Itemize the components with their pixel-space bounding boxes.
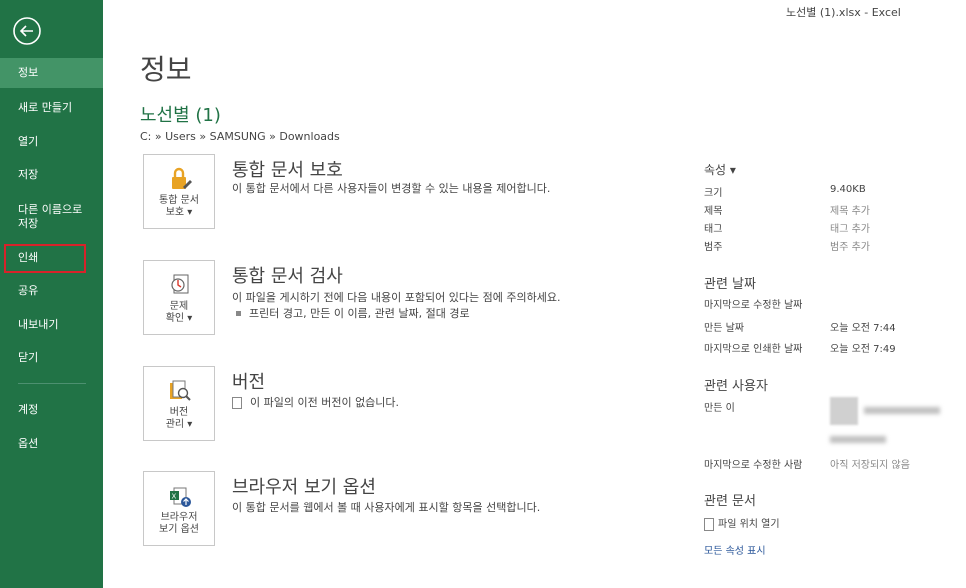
related-people-heading: 관련 사용자 — [704, 379, 768, 394]
browser-view-options-button[interactable]: X 브라우저 보기 옵션 — [143, 471, 215, 546]
section-description: 이 파일을 게시하기 전에 다음 내용이 포함되어 있다는 점에 주의하세요. — [232, 291, 561, 304]
sidebar-item-options[interactable]: 옵션 — [0, 437, 103, 451]
sidebar-item-export[interactable]: 내보내기 — [0, 318, 103, 332]
tile-label: 브라우저 보기 옵션 — [159, 512, 199, 535]
document-name: 노선별 (1) — [140, 105, 221, 126]
print-highlight-box — [4, 244, 86, 273]
tile-label: 통합 문서 보호 ▾ — [159, 195, 199, 218]
protect-workbook-button[interactable]: 통합 문서 보호 ▾ — [143, 154, 215, 229]
inspect-bullet: 프린터 경고, 만든 이 이름, 관련 날짜, 절대 경로 — [232, 305, 470, 321]
sidebar-item-close[interactable]: 닫기 — [0, 351, 103, 365]
breadcrumb: C: » Users » SAMSUNG » Downloads — [140, 130, 340, 143]
document-small-icon — [232, 397, 242, 409]
versions-icon — [170, 380, 191, 401]
section-title: 통합 문서 검사 — [232, 266, 343, 287]
property-key: 범주 — [704, 242, 723, 253]
author-key: 만든 이 — [704, 403, 735, 414]
check-issues-button[interactable]: 문제 확인 ▾ — [143, 260, 215, 335]
sidebar-item-open[interactable]: 열기 — [0, 135, 103, 149]
property-key: 크기 — [704, 188, 723, 199]
section-title: 브라우저 보기 옵션 — [232, 477, 376, 498]
bullet-icon — [236, 311, 241, 316]
author-detail-blurred — [830, 436, 886, 443]
page-title: 정보 — [140, 53, 192, 86]
properties-heading[interactable]: 속성 ▾ — [704, 161, 736, 178]
tile-label: 버전 관리 ▾ — [165, 407, 193, 430]
sidebar-divider — [18, 383, 86, 384]
sidebar-item-save[interactable]: 저장 — [0, 168, 103, 182]
date-key: 마지막으로 인쇄한 날짜 — [704, 344, 803, 355]
svg-text:X: X — [172, 493, 177, 501]
show-all-properties-link[interactable]: 모든 속성 표시 — [704, 542, 766, 557]
author-name-blurred — [864, 407, 940, 414]
sidebar-item-new[interactable]: 새로 만들기 — [0, 101, 103, 115]
tags-input[interactable]: 태그 추가 — [830, 220, 870, 235]
versions-empty-text: 이 파일의 이전 버전이 없습니다. — [250, 396, 400, 409]
modifier-value: 아직 저장되지 않음 — [830, 460, 910, 471]
title-input[interactable]: 제목 추가 — [830, 202, 870, 217]
section-description: 이 통합 문서에서 다른 사용자들이 변경할 수 있는 내용을 제어합니다. — [232, 182, 551, 195]
section-description: 이 파일의 이전 버전이 없습니다. — [232, 394, 399, 410]
manage-versions-button[interactable]: 버전 관리 ▾ — [143, 366, 215, 441]
inspect-bullet-text: 프린터 경고, 만든 이 이름, 관련 날짜, 절대 경로 — [249, 307, 470, 320]
inspect-document-icon — [171, 274, 189, 294]
sidebar-item-save-as[interactable]: 다른 이름으로 저장 — [0, 203, 103, 231]
browser-view-icon: X — [170, 487, 191, 507]
author-avatar — [830, 397, 858, 425]
section-title: 버전 — [232, 372, 266, 393]
property-key: 제목 — [704, 206, 723, 217]
sidebar-item-share[interactable]: 공유 — [0, 284, 103, 298]
tile-label: 문제 확인 ▾ — [165, 301, 193, 324]
back-arrow-icon[interactable] — [12, 16, 42, 46]
document-icon — [704, 517, 714, 531]
section-description: 이 통합 문서를 웹에서 볼 때 사용자에게 표시할 항목을 선택합니다. — [232, 501, 541, 514]
date-value: 오늘 오전 7:44 — [830, 323, 896, 334]
modifier-key: 마지막으로 수정한 사람 — [704, 460, 803, 471]
property-key: 태그 — [704, 224, 723, 235]
sidebar-item-info[interactable]: 정보 — [0, 58, 103, 88]
related-documents-heading: 관련 문서 — [704, 494, 756, 509]
section-title: 통합 문서 보호 — [232, 160, 343, 181]
date-key: 만든 날짜 — [704, 323, 744, 334]
lock-icon — [172, 167, 192, 189]
sidebar-item-account[interactable]: 계정 — [0, 403, 103, 417]
open-file-location-text: 파일 위치 열기 — [718, 519, 780, 530]
categories-input[interactable]: 범주 추가 — [830, 238, 870, 253]
open-file-location-link[interactable]: 파일 위치 열기 — [704, 515, 780, 531]
date-key: 마지막으로 수정한 날짜 — [704, 300, 803, 311]
related-dates-heading: 관련 날짜 — [704, 277, 756, 292]
date-value: 오늘 오전 7:49 — [830, 344, 896, 355]
window-title: 노선별 (1).xlsx - Excel — [786, 6, 901, 19]
property-value: 9.40KB — [830, 184, 866, 195]
backstage-sidebar: 정보 새로 만들기 열기 저장 다른 이름으로 저장 인쇄 공유 내보내기 닫기… — [0, 0, 103, 588]
